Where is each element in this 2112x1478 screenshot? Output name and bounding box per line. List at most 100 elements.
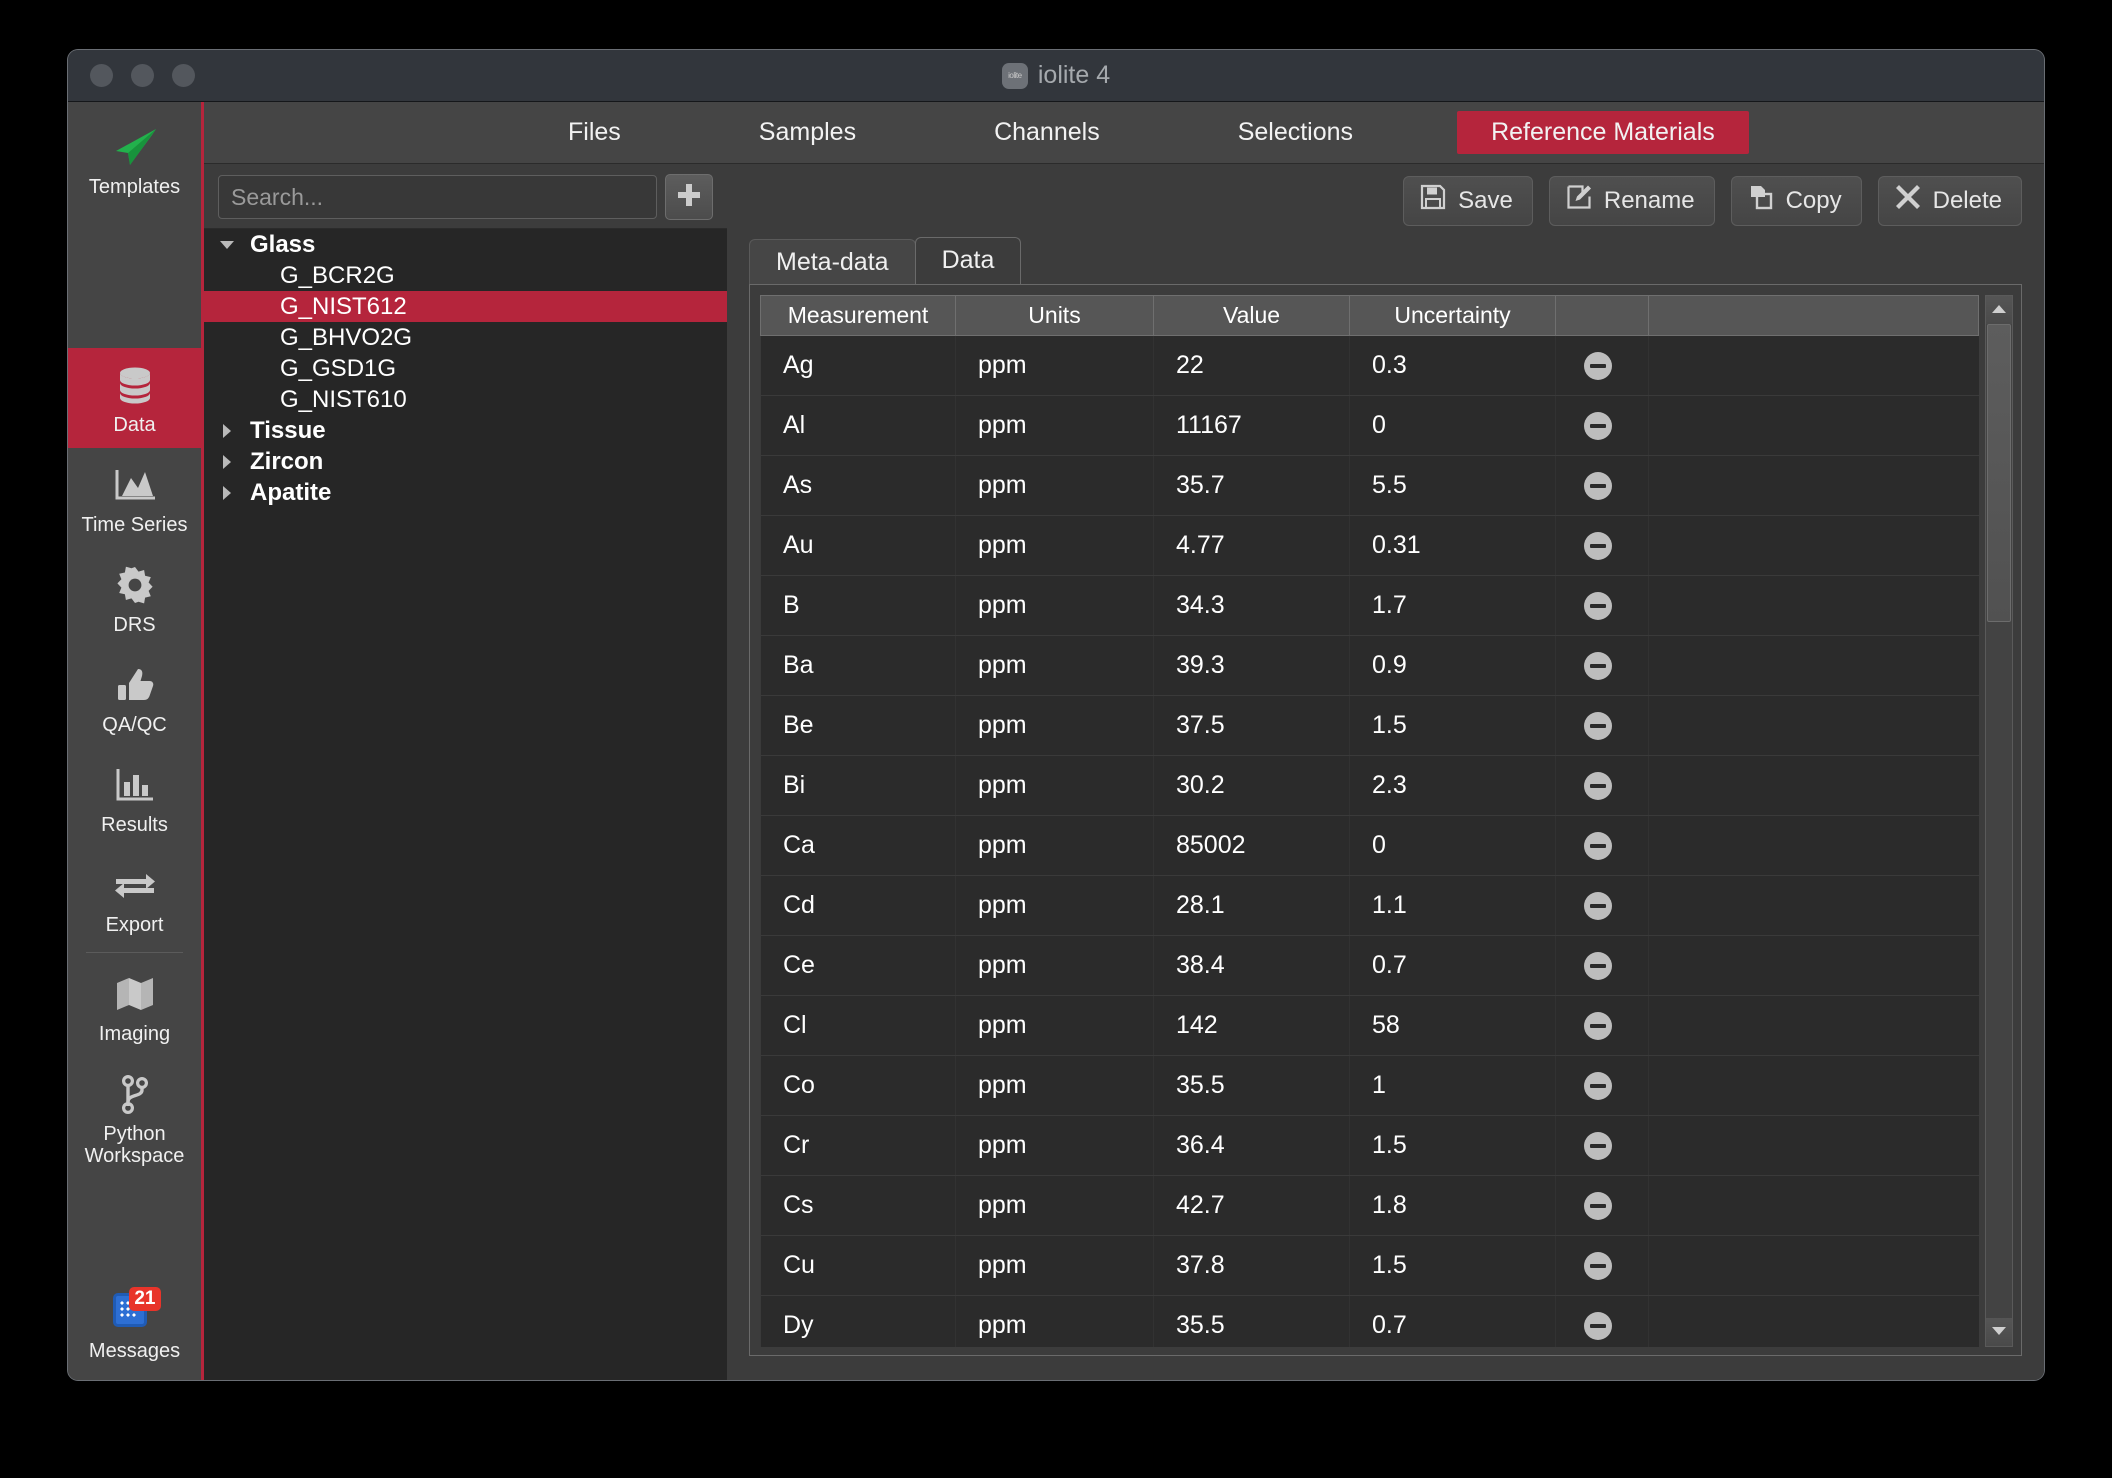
value-cell[interactable]: 28.1 (1153, 875, 1350, 936)
measurement-cell[interactable]: Ca (760, 815, 956, 876)
table-row[interactable]: Ce ppm 38.4 0.7 (760, 935, 1979, 996)
chevron-right-icon[interactable] (218, 422, 240, 440)
uncertainty-cell[interactable]: 1.5 (1349, 1235, 1556, 1296)
uncertainty-cell[interactable]: 1.5 (1349, 1115, 1556, 1176)
measurement-cell[interactable]: Ag (760, 335, 956, 396)
chevron-right-icon[interactable] (218, 453, 240, 471)
search-input[interactable] (218, 175, 657, 219)
uncertainty-cell[interactable]: 58 (1349, 995, 1556, 1056)
scroll-down-button[interactable] (1986, 1318, 2012, 1346)
sidebar-item-messages[interactable]: 21 Messages (68, 1274, 201, 1380)
table-row[interactable]: Cu ppm 37.8 1.5 (760, 1235, 1979, 1296)
table-row[interactable]: Ca ppm 85002 0 (760, 815, 1979, 876)
table-row[interactable]: Cs ppm 42.7 1.8 (760, 1175, 1979, 1236)
units-cell[interactable]: ppm (955, 755, 1154, 816)
uncertainty-cell[interactable]: 5.5 (1349, 455, 1556, 516)
units-cell[interactable]: ppm (955, 995, 1154, 1056)
tab-reference-materials[interactable]: Reference Materials (1457, 111, 1749, 154)
units-cell[interactable]: ppm (955, 575, 1154, 636)
remove-icon[interactable] (1584, 1071, 1612, 1100)
column-header-remove[interactable] (1555, 295, 1649, 336)
units-cell[interactable]: ppm (955, 515, 1154, 576)
remove-icon[interactable] (1584, 891, 1612, 920)
table-row[interactable]: Au ppm 4.77 0.31 (760, 515, 1979, 576)
material-tree[interactable]: Glass G_BCR2G G_NIST612 G_BHVO2G G_GSD1G (204, 228, 727, 1380)
uncertainty-cell[interactable]: 1.5 (1349, 695, 1556, 756)
table-row[interactable]: Bppm 34.3 1.7 (760, 575, 1979, 636)
measurement-cell[interactable]: Bi (760, 755, 956, 816)
remove-row-cell[interactable] (1555, 395, 1649, 456)
remove-icon[interactable] (1584, 1011, 1612, 1040)
tree-item-g-bhvo2g[interactable]: G_BHVO2G (204, 322, 727, 353)
measurement-cell[interactable]: Cs (760, 1175, 956, 1236)
value-cell[interactable]: 22 (1153, 335, 1350, 396)
remove-icon[interactable] (1584, 1311, 1612, 1340)
remove-icon[interactable] (1584, 1191, 1612, 1220)
tab-files[interactable]: Files (534, 111, 655, 154)
remove-row-cell[interactable] (1555, 875, 1649, 936)
units-cell[interactable]: ppm (955, 935, 1154, 996)
tree-group-apatite[interactable]: Apatite (204, 477, 727, 508)
table-row[interactable]: Al ppm 11167 0 (760, 395, 1979, 456)
sidebar-item-export[interactable]: Export (68, 848, 201, 948)
value-cell[interactable]: 35.5 (1153, 1055, 1350, 1116)
table-row[interactable]: As ppm 35.7 5.5 (760, 455, 1979, 516)
sidebar-item-results[interactable]: Results (68, 748, 201, 848)
save-button[interactable]: Save (1403, 176, 1533, 226)
value-cell[interactable]: 35.5 (1153, 1295, 1350, 1347)
uncertainty-cell[interactable]: 1 (1349, 1055, 1556, 1116)
measurement-cell[interactable]: As (760, 455, 956, 516)
remove-icon[interactable] (1584, 411, 1612, 440)
value-cell[interactable]: 37.8 (1153, 1235, 1350, 1296)
sidebar-item-time-series[interactable]: Time Series (68, 448, 201, 548)
remove-icon[interactable] (1584, 651, 1612, 680)
add-button[interactable] (665, 174, 713, 220)
remove-row-cell[interactable] (1555, 995, 1649, 1056)
scroll-up-button[interactable] (1986, 296, 2012, 324)
tree-group-glass[interactable]: Glass (204, 229, 727, 260)
tree-group-tissue[interactable]: Tissue (204, 415, 727, 446)
measurement-cell[interactable]: Be (760, 695, 956, 756)
value-cell[interactable]: 4.77 (1153, 515, 1350, 576)
tree-item-g-nist610[interactable]: G_NIST610 (204, 384, 727, 415)
value-cell[interactable]: 35.7 (1153, 455, 1350, 516)
measurement-cell[interactable]: Cr (760, 1115, 956, 1176)
uncertainty-cell[interactable]: 0.9 (1349, 635, 1556, 696)
column-header-measurement[interactable]: Measurement (760, 295, 956, 336)
table-row[interactable]: Cr ppm 36.4 1.5 (760, 1115, 1979, 1176)
remove-icon[interactable] (1584, 351, 1612, 380)
value-cell[interactable]: 42.7 (1153, 1175, 1350, 1236)
remove-row-cell[interactable] (1555, 755, 1649, 816)
table-row[interactable]: Co ppm 35.5 1 (760, 1055, 1979, 1116)
units-cell[interactable]: ppm (955, 455, 1154, 516)
chevron-right-icon[interactable] (218, 484, 240, 502)
sidebar-item-drs[interactable]: DRS (68, 548, 201, 648)
sidebar-item-imaging[interactable]: Imaging (68, 957, 201, 1057)
table-row[interactable]: Cl ppm 142 58 (760, 995, 1979, 1056)
tab-channels[interactable]: Channels (960, 111, 1134, 154)
remove-row-cell[interactable] (1555, 335, 1649, 396)
chevron-down-icon[interactable] (218, 236, 240, 254)
value-cell[interactable]: 39.3 (1153, 635, 1350, 696)
sidebar-item-data[interactable]: Data (68, 348, 201, 448)
tree-item-g-bcr2g[interactable]: G_BCR2G (204, 260, 727, 291)
tree-group-zircon[interactable]: Zircon (204, 446, 727, 477)
vertical-scrollbar[interactable] (1985, 295, 2013, 1347)
remove-icon[interactable] (1584, 471, 1612, 500)
uncertainty-cell[interactable]: 0.31 (1349, 515, 1556, 576)
table-row[interactable]: Dy ppm 35.5 0.7 (760, 1295, 1979, 1347)
value-cell[interactable]: 142 (1153, 995, 1350, 1056)
remove-icon[interactable] (1584, 831, 1612, 860)
remove-row-cell[interactable] (1555, 575, 1649, 636)
close-button[interactable] (90, 64, 113, 87)
measurement-cell[interactable]: Al (760, 395, 956, 456)
measurement-cell[interactable]: Cl (760, 995, 956, 1056)
remove-icon[interactable] (1584, 771, 1612, 800)
measurement-cell[interactable]: Cd (760, 875, 956, 936)
scrollbar-track[interactable] (1986, 324, 2012, 1318)
column-header-units[interactable]: Units (955, 295, 1154, 336)
measurement-cell[interactable]: Dy (760, 1295, 956, 1347)
uncertainty-cell[interactable]: 1.7 (1349, 575, 1556, 636)
remove-icon[interactable] (1584, 711, 1612, 740)
tree-item-g-gsd1g[interactable]: G_GSD1G (204, 353, 727, 384)
